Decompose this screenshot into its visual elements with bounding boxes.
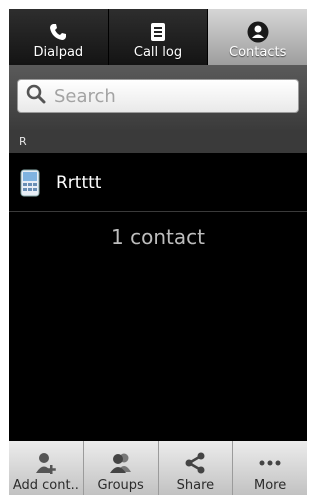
add-contact-label: Add cont.. <box>12 478 79 493</box>
list-item[interactable]: Rrtttt <box>9 154 307 212</box>
share-label: Share <box>176 478 215 493</box>
tab-contacts[interactable]: Contacts <box>208 9 307 65</box>
tab-call-log[interactable]: Call log <box>108 9 209 65</box>
tab-contacts-label: Contacts <box>229 45 287 60</box>
add-contact-button[interactable]: Add cont.. <box>9 441 84 495</box>
top-tab-bar: Dialpad Call log Contacts <box>9 9 307 65</box>
add-contact-icon <box>33 450 59 476</box>
mobile-phone-icon <box>16 168 44 198</box>
search-box[interactable] <box>17 79 299 113</box>
more-icon <box>257 450 283 476</box>
tab-dialpad-label: Dialpad <box>33 45 84 60</box>
search-area <box>9 65 307 130</box>
tab-dialpad[interactable]: Dialpad <box>9 9 109 65</box>
more-button[interactable]: More <box>233 441 307 495</box>
more-label: More <box>254 478 287 493</box>
bottom-action-bar: Add cont.. Groups Share More <box>9 441 307 495</box>
groups-button[interactable]: Groups <box>83 441 159 495</box>
search-input[interactable] <box>52 84 286 108</box>
call-log-icon <box>147 21 169 43</box>
contact-name: Rrtttt <box>56 172 102 193</box>
search-icon <box>26 84 46 108</box>
contact-count: 1 contact <box>111 225 205 249</box>
contacts-icon <box>247 21 269 43</box>
share-button[interactable]: Share <box>158 441 234 495</box>
groups-icon <box>108 450 134 476</box>
phone-icon <box>47 21 69 43</box>
contacts-screen: Dialpad Call log Contacts R Rrtttt <box>9 9 307 495</box>
section-header: R <box>9 130 307 153</box>
tab-call-log-label: Call log <box>133 45 183 60</box>
groups-label: Groups <box>97 478 144 493</box>
share-icon <box>182 450 208 476</box>
